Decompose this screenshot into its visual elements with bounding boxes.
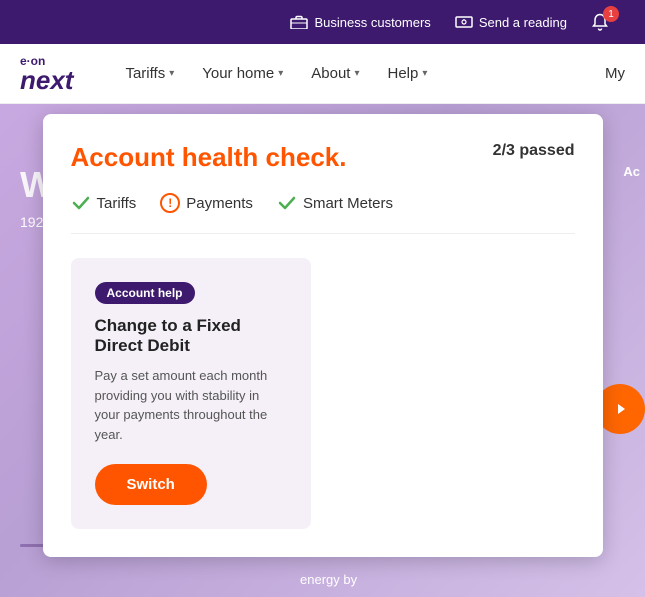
nav-help[interactable]: Help ▾: [376, 57, 440, 90]
nav-my[interactable]: My: [605, 65, 625, 82]
logo[interactable]: e·on next: [20, 55, 73, 93]
switch-button[interactable]: Switch: [95, 464, 207, 505]
nav-bar: e·on next Tariffs ▾ Your home ▾ About ▾ …: [0, 44, 645, 104]
your-home-chevron-icon: ▾: [278, 68, 283, 79]
health-check-modal: Account health check. 2/3 passed Tariffs…: [43, 114, 603, 557]
card-tag: Account help: [95, 282, 195, 304]
logo-next-text: next: [20, 67, 73, 93]
checks-row: Tariffs ! Payments Smart Meters: [71, 193, 575, 234]
business-customers-link[interactable]: Business customers: [290, 13, 430, 31]
briefcase-icon: [290, 13, 308, 31]
main-content: Wo 192 G Ac t paym payme ment is s after…: [0, 104, 645, 597]
check-payments: ! Payments: [160, 193, 253, 213]
modal-title: Account health check.: [71, 142, 347, 173]
nav-your-home-label: Your home: [202, 65, 274, 82]
card-title: Change to a Fixed Direct Debit: [95, 316, 287, 356]
modal-header: Account health check. 2/3 passed: [71, 142, 575, 173]
nav-your-home[interactable]: Your home ▾: [190, 57, 295, 90]
payments-warn-icon: !: [160, 193, 180, 213]
check-payments-label: Payments: [186, 195, 253, 212]
top-bar: Business customers Send a reading 1: [0, 0, 645, 44]
nav-items: Tariffs ▾ Your home ▾ About ▾ Help ▾ My: [113, 57, 625, 90]
nav-about[interactable]: About ▾: [299, 57, 371, 90]
notifications-link[interactable]: 1: [591, 13, 625, 31]
notification-badge: 1: [603, 6, 619, 22]
account-help-card: Account help Change to a Fixed Direct De…: [71, 258, 311, 529]
check-tariffs-label: Tariffs: [97, 195, 137, 212]
nav-tariffs[interactable]: Tariffs ▾: [113, 57, 186, 90]
card-description: Pay a set amount each month providing yo…: [95, 366, 287, 444]
nav-about-label: About: [311, 65, 350, 82]
nav-tariffs-label: Tariffs: [125, 65, 165, 82]
check-smart-meters-label: Smart Meters: [303, 195, 393, 212]
send-reading-link[interactable]: Send a reading: [455, 13, 567, 31]
send-reading-label: Send a reading: [479, 15, 567, 30]
tariffs-chevron-icon: ▾: [169, 68, 174, 79]
about-chevron-icon: ▾: [354, 68, 359, 79]
business-customers-label: Business customers: [314, 15, 430, 30]
check-tariffs: Tariffs: [71, 193, 137, 213]
modal-overlay: Account health check. 2/3 passed Tariffs…: [0, 104, 645, 597]
nav-help-label: Help: [388, 65, 419, 82]
tariffs-check-icon: [71, 193, 91, 213]
meter-icon: [455, 13, 473, 31]
check-smart-meters: Smart Meters: [277, 193, 393, 213]
nav-my-label: My: [605, 65, 625, 82]
help-chevron-icon: ▾: [422, 68, 427, 79]
passed-badge: 2/3 passed: [493, 142, 575, 160]
smart-meters-check-icon: [277, 193, 297, 213]
